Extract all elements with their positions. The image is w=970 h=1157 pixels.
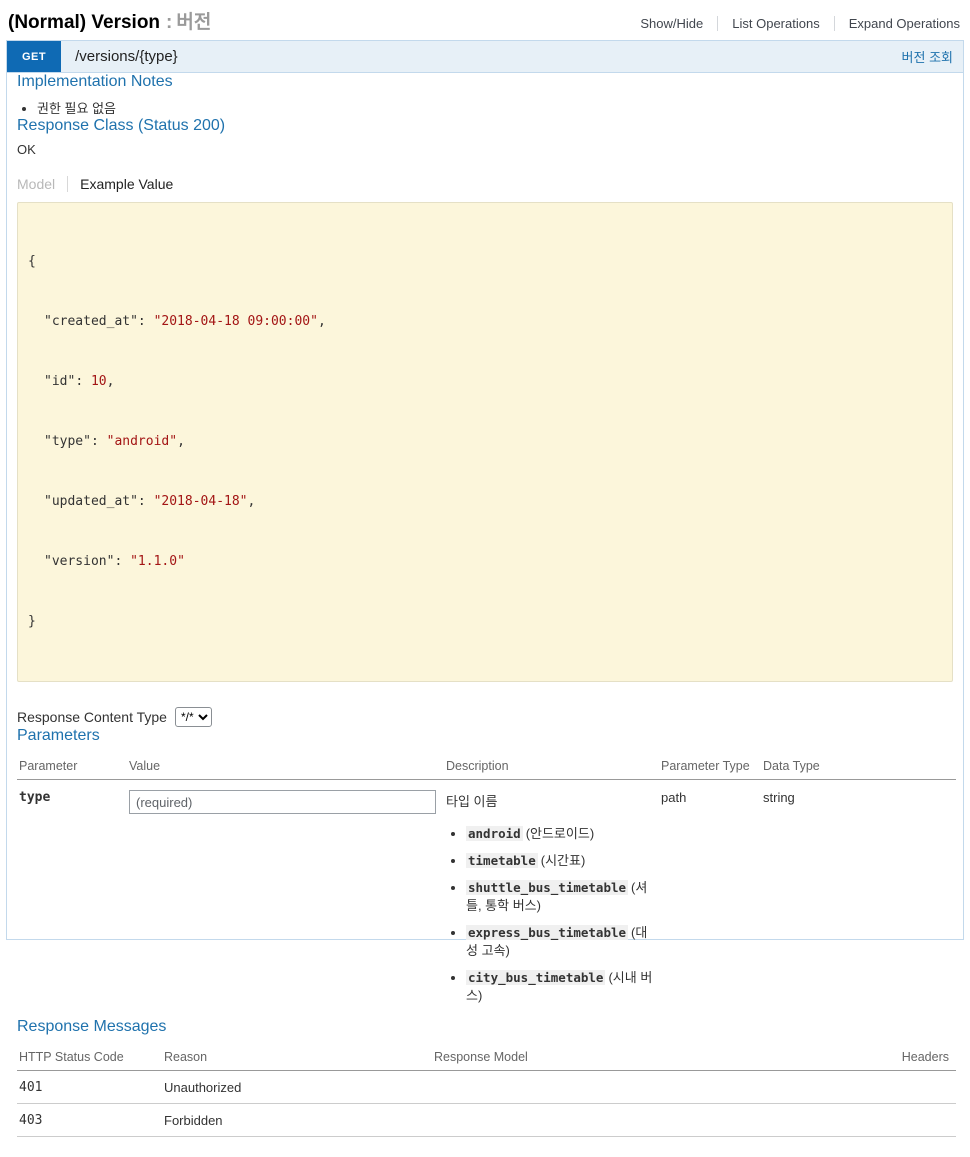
json-line: "id": 10,: [28, 372, 942, 392]
tab-model[interactable]: Model: [17, 176, 68, 192]
json-line: {: [28, 252, 942, 272]
option-label: (안드로이드): [526, 826, 594, 841]
example-value-json: { "created_at": "2018-04-18 09:00:00", "…: [17, 202, 953, 682]
col-reason: Reason: [162, 1043, 432, 1071]
headers-cell: [762, 1104, 956, 1137]
swagger-page: (Normal) Version:버전 Show/Hide List Opera…: [0, 0, 970, 940]
http-method-badge: GET: [7, 41, 61, 72]
implementation-notes-heading: Implementation Notes: [17, 73, 953, 91]
headers-cell: [762, 1071, 956, 1104]
parameter-value-cell: [127, 780, 444, 1019]
response-content-type-select[interactable]: */*: [175, 707, 212, 727]
parameter-name: type: [17, 780, 127, 1019]
type-option-item: city_bus_timetable(시내 버스): [466, 969, 655, 1005]
col-parameter: Parameter: [17, 752, 127, 780]
option-code: shuttle_bus_timetable: [466, 880, 628, 895]
operation-content: Implementation Notes 권한 필요 없음 Response C…: [7, 73, 963, 1157]
col-data-type: Data Type: [761, 752, 956, 780]
col-http-status-code: HTTP Status Code: [17, 1043, 162, 1071]
type-option-item: shuttle_bus_timetable(셔틀, 통학 버스): [466, 879, 655, 915]
resource-name: (Normal) Version: [8, 12, 160, 33]
response-content-type-label: Response Content Type: [17, 709, 167, 725]
show-hide-link[interactable]: Show/Hide: [640, 16, 703, 31]
status-code: 401: [17, 1071, 162, 1104]
expand-operations-link[interactable]: Expand Operations: [849, 16, 960, 31]
option-label: (시간표): [541, 853, 586, 868]
parameter-type: path: [659, 780, 761, 1019]
model-tabs: Model Example Value: [17, 176, 953, 192]
expand-operations-item: Expand Operations: [834, 16, 962, 31]
response-class-heading: Response Class (Status 200): [17, 117, 953, 135]
option-code: express_bus_timetable: [466, 925, 628, 940]
parameters-header-row: Parameter Value Description Parameter Ty…: [17, 752, 956, 780]
page-title: (Normal) Version:버전: [8, 7, 211, 34]
resource-actions: Show/Hide List Operations Expand Operati…: [626, 16, 962, 31]
response-messages-header-row: HTTP Status Code Reason Response Model H…: [17, 1043, 956, 1071]
option-code: android: [466, 826, 523, 841]
col-value: Value: [127, 752, 444, 780]
status-code: 403: [17, 1104, 162, 1137]
type-option-item: express_bus_timetable(대성 고속): [466, 924, 655, 960]
parameter-description-cell: 타입 이름 android(안드로이드) timetable(시간표) shut…: [444, 780, 659, 1019]
type-option-item: android(안드로이드): [466, 825, 655, 843]
operation-summary-link[interactable]: 버전 조회: [902, 47, 953, 66]
parameter-row-type: type 타입 이름 android(안드로이드) timetable(시간표)…: [17, 780, 956, 1019]
option-code: timetable: [466, 853, 538, 868]
json-line: }: [28, 612, 942, 632]
show-hide-item: Show/Hide: [626, 16, 717, 31]
resource-description: 버전: [176, 12, 211, 33]
response-model-cell: [432, 1071, 762, 1104]
col-parameter-type: Parameter Type: [659, 752, 761, 780]
tab-example-value[interactable]: Example Value: [68, 176, 173, 192]
col-description: Description: [444, 752, 659, 780]
implementation-notes-list: 권한 필요 없음: [17, 101, 953, 117]
response-class-description: OK: [17, 142, 953, 157]
json-line: "created_at": "2018-04-18 09:00:00",: [28, 312, 942, 332]
reason: Unauthorized: [162, 1071, 432, 1104]
operation-panel: GET /versions/{type} 버전 조회 Implementatio…: [6, 40, 964, 940]
json-line: "updated_at": "2018-04-18",: [28, 492, 942, 512]
parameters-heading: Parameters: [17, 727, 953, 745]
col-response-model: Response Model: [432, 1043, 762, 1071]
list-operations-item: List Operations: [717, 16, 833, 31]
col-headers: Headers: [762, 1043, 956, 1071]
parameter-data-type: string: [761, 780, 956, 1019]
response-content-type-row: Response Content Type */*: [17, 707, 953, 727]
type-option-item: timetable(시간표): [466, 852, 655, 870]
type-options-list: android(안드로이드) timetable(시간표) shuttle_bu…: [446, 825, 655, 1005]
reason: Forbidden: [162, 1104, 432, 1137]
response-row-403: 403 Forbidden: [17, 1104, 956, 1137]
option-code: city_bus_timetable: [466, 970, 605, 985]
json-line: "version": "1.1.0": [28, 552, 942, 572]
type-value-input[interactable]: [129, 790, 436, 814]
endpoint-path-link[interactable]: /versions/{type}: [75, 48, 178, 65]
response-messages-heading: Response Messages: [17, 1018, 953, 1036]
operation-header-bar[interactable]: GET /versions/{type} 버전 조회: [7, 41, 963, 73]
json-line: "type": "android",: [28, 432, 942, 452]
title-separator: :: [166, 12, 172, 33]
response-row-401: 401 Unauthorized: [17, 1071, 956, 1104]
parameters-table: Parameter Value Description Parameter Ty…: [17, 752, 956, 1018]
resource-header: (Normal) Version:버전 Show/Hide List Opera…: [6, 0, 964, 40]
response-messages-table: HTTP Status Code Reason Response Model H…: [17, 1043, 956, 1137]
parameter-description: 타입 이름: [446, 794, 497, 809]
implementation-note-item: 권한 필요 없음: [37, 101, 953, 117]
response-model-cell: [432, 1104, 762, 1137]
list-operations-link[interactable]: List Operations: [732, 16, 819, 31]
